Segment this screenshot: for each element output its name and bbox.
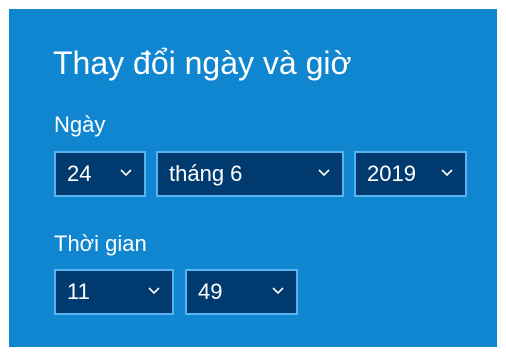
panel-title: Thay đổi ngày và giờ [53,45,352,81]
chevron-down-icon [441,169,453,177]
chevron-down-icon [148,287,160,295]
hour-select[interactable]: 11 [54,269,174,315]
day-value: 24 [67,161,92,186]
hour-value: 11 [67,279,90,304]
year-value: 2019 [367,161,416,186]
month-value: tháng 6 [169,161,243,186]
chevron-down-icon [272,287,284,295]
day-select[interactable]: 24 [54,151,146,197]
minute-select[interactable]: 49 [185,269,298,315]
minute-value: 49 [198,279,223,304]
date-time-panel: Thay đổi ngày và giờ Ngày 24 tháng 6 201… [9,9,497,347]
year-select[interactable]: 2019 [354,151,467,197]
time-label: Thời gian [54,231,147,256]
month-select[interactable]: tháng 6 [156,151,344,197]
date-label: Ngày [54,112,106,137]
chevron-down-icon [120,169,132,177]
chevron-down-icon [318,169,330,177]
